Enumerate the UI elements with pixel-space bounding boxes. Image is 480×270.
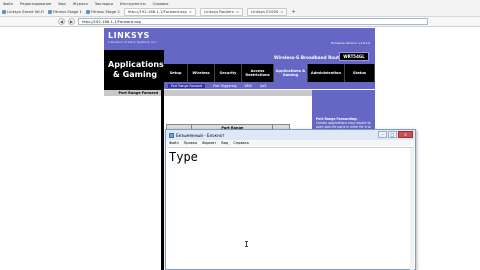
scrollbar[interactable]: [410, 148, 414, 270]
main-nav: Setup Wireless Security Access Restricti…: [164, 64, 375, 82]
bookmark-item[interactable]: Linksys Smart Wi-Fi: [2, 9, 44, 14]
nav-setup[interactable]: Setup: [164, 64, 188, 82]
favicon-icon: [47, 9, 52, 14]
model-band: Wireless-G Broadband Router WRT54GL: [164, 50, 375, 64]
model-name: Wireless-G Broadband Router: [274, 55, 345, 60]
close-button[interactable]: ×: [398, 131, 413, 138]
bookmarks-bar: Linksys Smart Wi-Fi Fitness Stage 1 Fitn…: [0, 7, 480, 17]
notepad-content: Type: [169, 150, 198, 164]
left-panel: Port Range Forward: [104, 90, 164, 270]
browser-tab-active[interactable]: http://192.168.1.1/Forward.asp ×: [123, 7, 197, 16]
nav-status[interactable]: Status: [345, 64, 375, 82]
notepad-menu-help[interactable]: Справка: [233, 141, 248, 145]
nav-security[interactable]: Security: [215, 64, 242, 82]
close-tab-icon[interactable]: ×: [236, 9, 239, 14]
nav-access-restrictions[interactable]: Access Restrictions: [242, 64, 274, 82]
new-tab-icon[interactable]: +: [291, 9, 295, 15]
subnav-qos[interactable]: QoS: [260, 84, 266, 88]
maximize-button[interactable]: □: [388, 131, 397, 138]
logo-band: LINKSYS A Division of Cisco Systems, Inc…: [104, 28, 375, 50]
logo-subtitle: A Division of Cisco Systems, Inc.: [108, 40, 157, 44]
notepad-menu-format[interactable]: Формат: [202, 141, 216, 145]
subnav-port-range-forward[interactable]: Port Range Forward: [168, 83, 206, 88]
notepad-title: Безымянный - Блокнот: [176, 132, 225, 138]
browser-tab[interactable]: Linksys Routers ×: [200, 7, 244, 16]
bookmark-item[interactable]: Fitness Stage 2: [85, 9, 120, 14]
notepad-menubar: Файл Правка Формат Вид Справка: [166, 140, 415, 146]
close-tab-icon[interactable]: ×: [280, 9, 283, 14]
sub-nav: Port Range Forward Port Triggering DMZ Q…: [164, 82, 375, 89]
notepad-menu-edit[interactable]: Правка: [184, 141, 197, 145]
window-controls: – □ ×: [378, 131, 413, 138]
browser-menubar: Файл Редактирование Вид Журнал Закладки …: [0, 0, 480, 7]
firmware-version: Firmware Version: v1.01.0: [330, 41, 370, 45]
favicon-icon: [85, 9, 90, 14]
content-header: [164, 90, 312, 96]
browser-tab[interactable]: Linksys E1000 ×: [247, 7, 288, 16]
menu-view[interactable]: Вид: [58, 2, 65, 6]
menu-help[interactable]: Справка: [153, 2, 169, 6]
nav-applications-gaming[interactable]: Applications & Gaming: [274, 64, 308, 82]
linksys-logo: LINKSYS: [108, 31, 150, 40]
menu-edit[interactable]: Редактирование: [20, 2, 51, 6]
minimize-button[interactable]: –: [378, 131, 387, 138]
menu-file[interactable]: Файл: [3, 2, 13, 6]
subnav-port-triggering[interactable]: Port Triggering: [213, 84, 236, 88]
menu-tools[interactable]: Инструменты: [120, 2, 146, 6]
notepad-icon: [169, 132, 174, 138]
menu-bookmarks[interactable]: Закладки: [95, 2, 113, 6]
notepad-titlebar[interactable]: Безымянный - Блокнот – □ ×: [166, 130, 415, 140]
nav-wireless[interactable]: Wireless: [188, 64, 215, 82]
section-title: Applications & Gaming: [108, 60, 164, 79]
model-code: WRT54GL: [339, 52, 369, 61]
forward-icon[interactable]: ▶: [68, 18, 75, 25]
notepad-menu-view[interactable]: Вид: [221, 141, 228, 145]
menu-history[interactable]: Журнал: [73, 2, 88, 6]
favicon-icon: [2, 9, 6, 14]
notepad-menu-file[interactable]: Файл: [169, 141, 179, 145]
bookmark-item[interactable]: Fitness Stage 1: [47, 9, 82, 14]
url-bar-row: ◀ ▶ http://192.168.1.1/Forward.asp: [0, 17, 480, 27]
notepad-text-area[interactable]: Type: [167, 147, 414, 270]
left-panel-header: Port Range Forward: [104, 90, 161, 96]
close-tab-icon[interactable]: ×: [189, 9, 192, 14]
notepad-window: Безымянный - Блокнот – □ × Файл Правка Ф…: [165, 129, 416, 270]
subnav-dmz[interactable]: DMZ: [245, 84, 252, 88]
ibeam-cursor-icon: [245, 241, 248, 247]
nav-administration[interactable]: Administration: [308, 64, 345, 82]
back-icon[interactable]: ◀: [58, 18, 65, 25]
address-input[interactable]: http://192.168.1.1/Forward.asp: [78, 18, 428, 25]
